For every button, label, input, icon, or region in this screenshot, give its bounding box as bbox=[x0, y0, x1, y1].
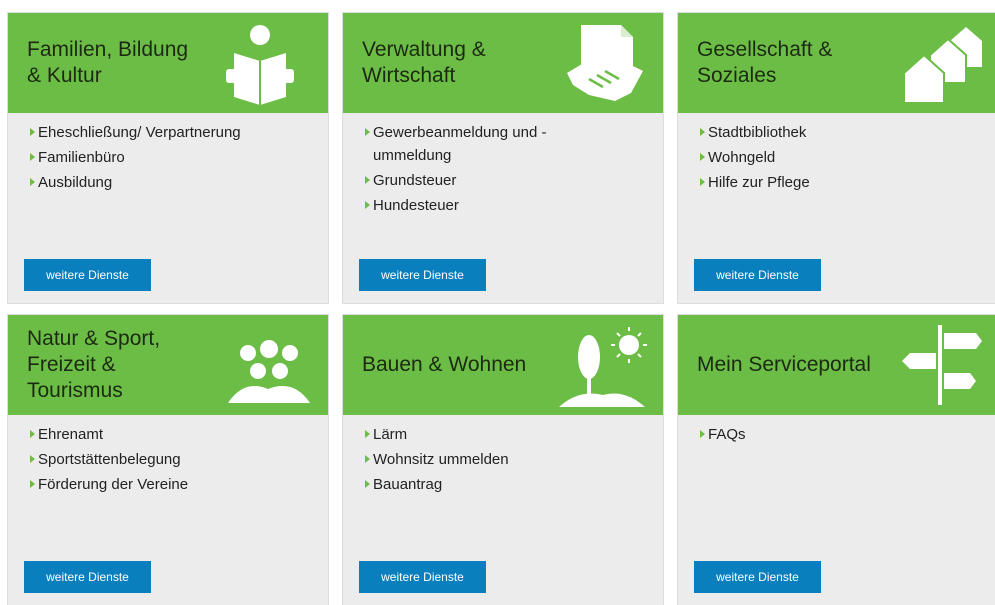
list-item[interactable]: Wohngeld bbox=[700, 146, 990, 169]
list-item[interactable]: FAQs bbox=[700, 423, 990, 446]
weitere-dienste-button[interactable]: weitere Dienste bbox=[24, 259, 151, 291]
card-title: Familien, Bildung & Kultur bbox=[27, 38, 189, 87]
service-list: Gewerbeanmeldung und - ummeldung Grundst… bbox=[365, 121, 655, 219]
card-title: Natur & Sport, Freizeit & Tourismus bbox=[27, 327, 161, 402]
arrow-right-icon bbox=[365, 201, 370, 209]
houses-icon bbox=[894, 21, 984, 105]
arrow-right-icon bbox=[30, 153, 35, 161]
card-header[interactable]: Verwaltung & Wirtschaft bbox=[343, 13, 663, 113]
card-header[interactable]: Mein Serviceportal bbox=[678, 315, 995, 415]
list-item[interactable]: Grundsteuer bbox=[365, 169, 655, 192]
group-of-people-icon bbox=[224, 323, 314, 407]
arrow-right-icon bbox=[365, 176, 370, 184]
service-list: Stadtbibliothek Wohngeld Hilfe zur Pfleg… bbox=[700, 121, 990, 196]
service-card-familien: Familien, Bildung & Kultur Eheschließung… bbox=[8, 13, 328, 303]
weitere-dienste-button[interactable]: weitere Dienste bbox=[24, 561, 151, 593]
card-title: Mein Serviceportal bbox=[697, 353, 871, 376]
tree-sun-icon bbox=[559, 323, 649, 407]
arrow-right-icon bbox=[700, 178, 705, 186]
arrow-right-icon bbox=[365, 128, 370, 136]
list-item[interactable]: Ehrenamt bbox=[30, 423, 320, 446]
weitere-dienste-button[interactable]: weitere Dienste bbox=[359, 561, 486, 593]
list-item[interactable]: Eheschließung/ Verpartnerung bbox=[30, 121, 320, 144]
arrow-right-icon bbox=[30, 128, 35, 136]
service-list: FAQs bbox=[700, 423, 990, 448]
arrow-right-icon bbox=[30, 455, 35, 463]
list-item[interactable]: Stadtbibliothek bbox=[700, 121, 990, 144]
service-card-gesellschaft: Gesellschaft & Soziales Stadtbibliothek … bbox=[678, 13, 995, 303]
card-title: Bauen & Wohnen bbox=[362, 353, 527, 376]
card-header[interactable]: Gesellschaft & Soziales bbox=[678, 13, 995, 113]
card-title: Verwaltung & Wirtschaft bbox=[362, 38, 486, 87]
service-list: Ehrenamt Sportstättenbelegung Förderung … bbox=[30, 423, 320, 498]
arrow-right-icon bbox=[700, 430, 705, 438]
list-item[interactable]: Hundesteuer bbox=[365, 194, 655, 217]
handshake-document-icon bbox=[559, 21, 649, 105]
arrow-right-icon bbox=[700, 128, 705, 136]
list-item[interactable]: Wohnsitz ummelden bbox=[365, 448, 655, 471]
service-card-serviceportal: Mein Serviceportal FAQs weitere Dienste bbox=[678, 315, 995, 605]
list-item[interactable]: Lärm bbox=[365, 423, 655, 446]
arrow-right-icon bbox=[700, 153, 705, 161]
arrow-right-icon bbox=[365, 480, 370, 488]
list-item[interactable]: Familienbüro bbox=[30, 146, 320, 169]
card-header[interactable]: Bauen & Wohnen bbox=[343, 315, 663, 415]
card-title: Gesellschaft & Soziales bbox=[697, 38, 833, 87]
service-card-bauen-wohnen: Bauen & Wohnen Lärm Wohnsitz ummelden Ba… bbox=[343, 315, 663, 605]
list-item[interactable]: Ausbildung bbox=[30, 171, 320, 194]
card-header[interactable]: Natur & Sport, Freizeit & Tourismus bbox=[8, 315, 328, 415]
arrow-right-icon bbox=[30, 480, 35, 488]
list-item[interactable]: Gewerbeanmeldung und - ummeldung bbox=[365, 121, 655, 167]
arrow-right-icon bbox=[30, 430, 35, 438]
arrow-right-icon bbox=[365, 455, 370, 463]
service-card-verwaltung: Verwaltung & Wirtschaft Gewerbeanmeldung… bbox=[343, 13, 663, 303]
weitere-dienste-button[interactable]: weitere Dienste bbox=[694, 561, 821, 593]
weitere-dienste-button[interactable]: weitere Dienste bbox=[694, 259, 821, 291]
service-list: Lärm Wohnsitz ummelden Bauantrag bbox=[365, 423, 655, 498]
arrow-right-icon bbox=[365, 430, 370, 438]
list-item[interactable]: Bauantrag bbox=[365, 473, 655, 496]
list-item[interactable]: Hilfe zur Pflege bbox=[700, 171, 990, 194]
service-list: Eheschließung/ Verpartnerung Familienbür… bbox=[30, 121, 320, 196]
arrow-right-icon bbox=[30, 178, 35, 186]
list-item[interactable]: Sportstättenbelegung bbox=[30, 448, 320, 471]
service-card-natur-sport: Natur & Sport, Freizeit & Tourismus Ehre… bbox=[8, 315, 328, 605]
card-header[interactable]: Familien, Bildung & Kultur bbox=[8, 13, 328, 113]
weitere-dienste-button[interactable]: weitere Dienste bbox=[359, 259, 486, 291]
signpost-icon bbox=[894, 323, 984, 407]
list-item[interactable]: Förderung der Vereine bbox=[30, 473, 320, 496]
reading-person-icon bbox=[224, 21, 314, 105]
